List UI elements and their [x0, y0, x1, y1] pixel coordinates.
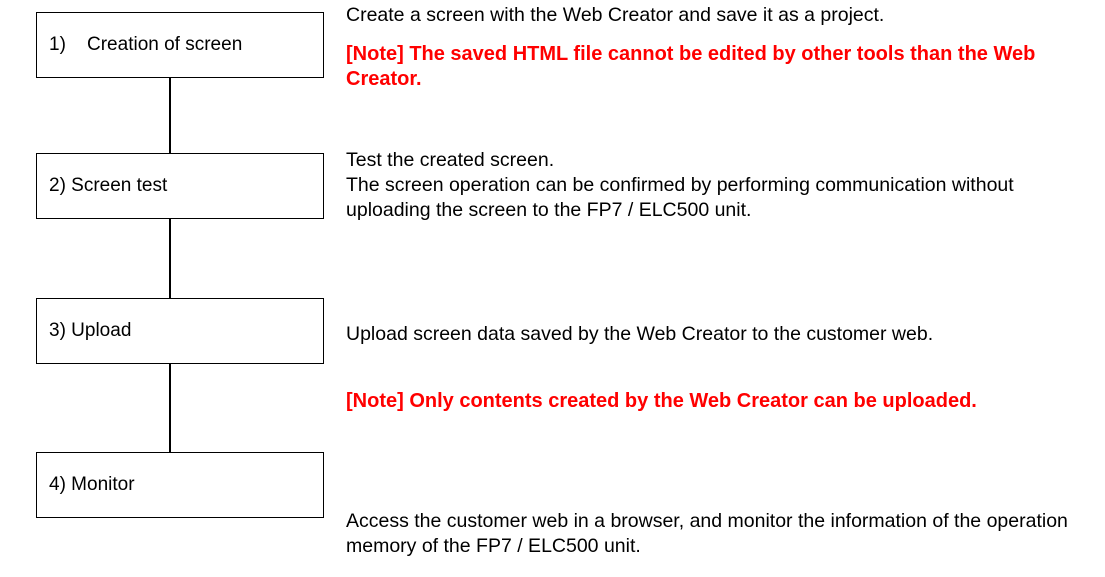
step-box-creation-of-screen: 1) Creation of screen	[36, 12, 324, 78]
step-box-upload: 3) Upload	[36, 298, 324, 364]
step-box-monitor: 4) Monitor	[36, 452, 324, 518]
step3-note: [Note] Only contents created by the Web …	[346, 390, 977, 412]
connector-line	[169, 78, 171, 153]
step1-description: Create a screen with the Web Creator and…	[346, 4, 885, 26]
connector-line	[169, 219, 171, 298]
step-box-screen-test: 2) Screen test	[36, 153, 324, 219]
step1-note: [Note] The saved HTML file cannot be edi…	[346, 43, 1036, 90]
step2-description: Test the created screen. The screen oper…	[346, 149, 1014, 221]
step3-description: Upload screen data saved by the Web Crea…	[346, 323, 934, 345]
step4-description: Access the customer web in a browser, an…	[346, 510, 1068, 557]
connector-line	[169, 364, 171, 452]
